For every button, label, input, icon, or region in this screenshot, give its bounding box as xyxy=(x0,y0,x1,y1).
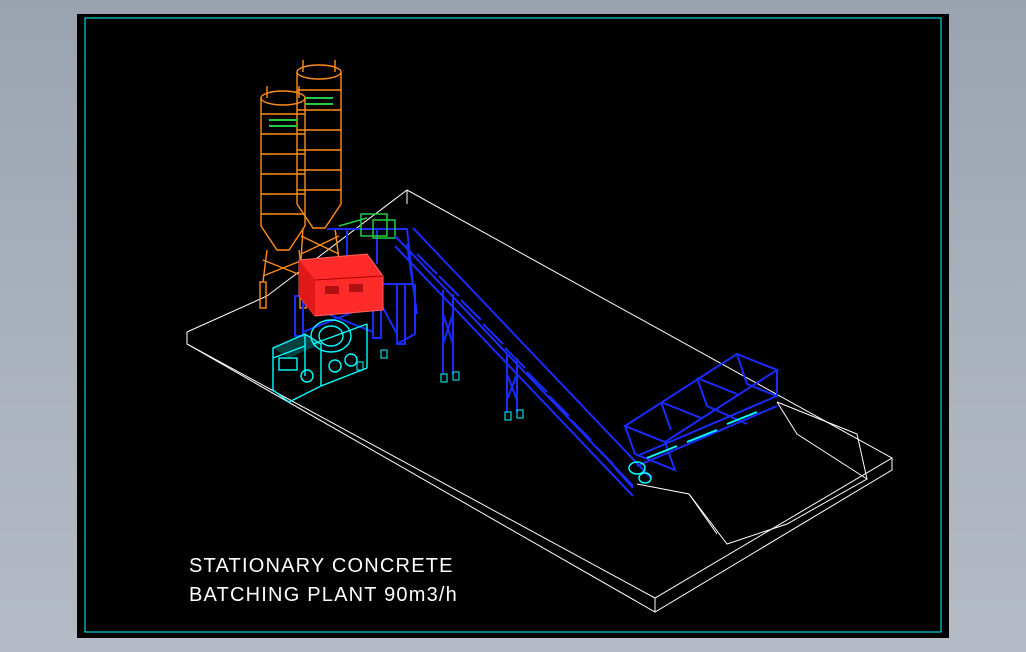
isometric-drawing: STATIONARY CONCRETE BATCHING PLANT 90m3/… xyxy=(84,17,942,633)
conveyor-footings xyxy=(356,349,524,421)
cad-viewport[interactable]: STATIONARY CONCRETE BATCHING PLANT 90m3/… xyxy=(77,14,949,638)
aggregate-ramp xyxy=(636,401,868,545)
title-line-1: STATIONARY CONCRETE xyxy=(189,555,454,577)
belt-conveyor xyxy=(394,227,652,497)
truck-cab-accent xyxy=(273,334,321,358)
control-cabin xyxy=(298,253,384,317)
foundation-slab xyxy=(186,189,894,613)
aggregate-hoppers xyxy=(622,352,780,472)
drawing-border xyxy=(84,17,942,633)
title-line-2: BATCHING PLANT 90m3/h xyxy=(189,584,458,606)
mixer-truck xyxy=(272,319,368,403)
